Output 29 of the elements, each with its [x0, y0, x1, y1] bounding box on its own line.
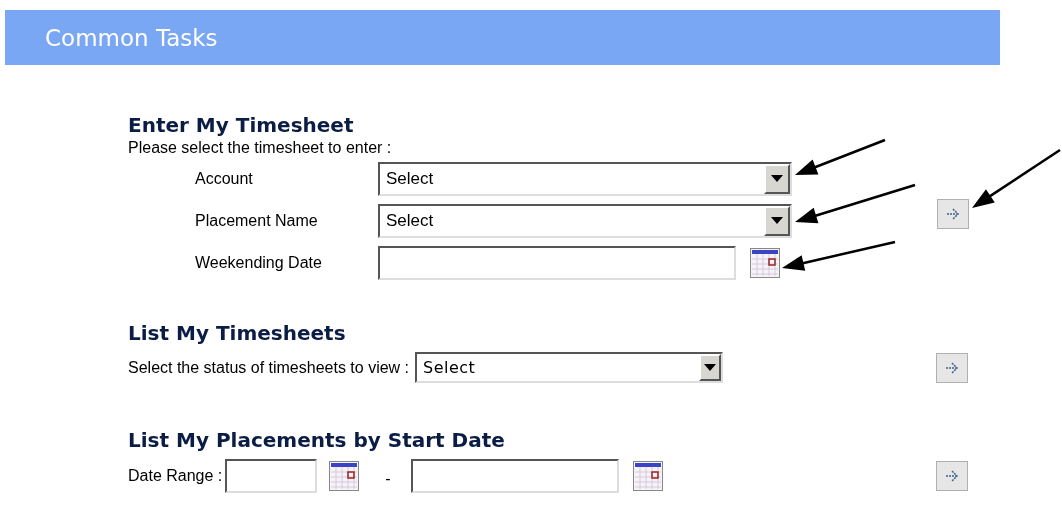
arrow-icon	[945, 360, 959, 375]
field-label: Weekending Date	[194, 253, 323, 273]
calendar-icon[interactable]	[750, 248, 780, 278]
date-field[interactable]	[378, 246, 736, 280]
section-heading: List My Placements by Start Date	[128, 427, 505, 453]
field-label: Account	[194, 169, 254, 189]
caret-icon	[771, 217, 783, 225]
go-button[interactable]	[936, 461, 968, 491]
field-label: Placement Name	[194, 211, 319, 231]
section-heading: List My Timesheets	[128, 320, 346, 346]
section-heading: Enter My Timesheet	[128, 112, 354, 138]
go-button[interactable]	[936, 352, 968, 383]
go-button[interactable]	[937, 199, 969, 229]
dropdown[interactable]: Select	[378, 162, 792, 196]
caret-icon	[771, 175, 783, 183]
start-date-field[interactable]	[225, 459, 318, 493]
end-date-field[interactable]	[410, 459, 619, 493]
arrow-icon	[945, 469, 959, 483]
dropdown[interactable]: Select	[415, 352, 724, 383]
prompt-text: Please select the timesheet to enter :	[128, 138, 392, 158]
range-separator: -	[385, 470, 391, 488]
arrow-icon	[946, 207, 960, 221]
dropdown[interactable]: Select	[378, 204, 792, 238]
prompt-text: Date Range :	[128, 466, 223, 486]
prompt-text: Select the status of timesheets to view :	[128, 357, 410, 378]
calendar-icon[interactable]	[329, 461, 360, 491]
caret-icon	[704, 363, 717, 372]
calendar-icon[interactable]	[632, 461, 663, 491]
header-title: Common Tasks	[45, 24, 218, 51]
